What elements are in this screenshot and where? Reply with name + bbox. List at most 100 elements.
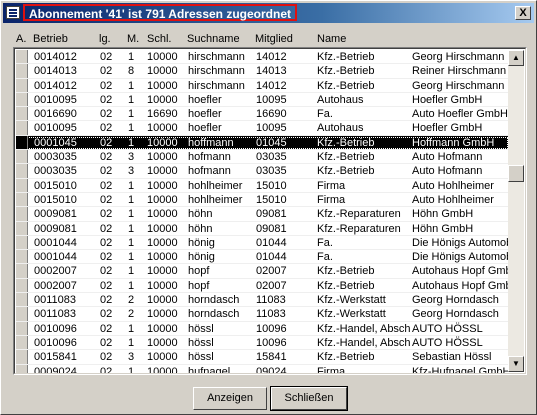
cell-lg: 02	[100, 179, 113, 192]
row-selector[interactable]	[16, 250, 28, 264]
table-row[interactable]: 0010096 02 1 10000 hössl 10096 Kfz.-Handel, Ab…	[16, 335, 509, 351]
row-selector[interactable]	[16, 150, 28, 164]
cell-schl: 10000	[147, 136, 178, 149]
table-row-selected[interactable]: 0001045 02 1 10000 hoffmann 01045 Kfz.-Betrieb…	[16, 135, 509, 151]
column-header-suchname: Suchname	[187, 33, 240, 45]
cell-mitglied: 02007	[256, 279, 287, 292]
cell-lg: 02	[100, 151, 113, 164]
row-selector[interactable]	[16, 207, 28, 221]
table-row[interactable]: 0010095 02 1 10000 hoefler 10095 Autohaus Hoefl…	[16, 121, 509, 136]
window-title: Abonnement '41' ist 791 Adressen zugeord…	[23, 4, 297, 21]
cell-name: Kfz.-Betrieb	[317, 65, 375, 78]
cell-m: 1	[128, 51, 135, 63]
cell-mitglied: 09081	[256, 208, 287, 221]
cell-m: 1	[128, 108, 135, 121]
cell-suchname: hoefler	[188, 122, 222, 135]
title-bar[interactable]: Abonnement '41' ist 791 Adressen zugeord…	[3, 3, 534, 23]
cell-betrieb: 0009081	[34, 208, 77, 221]
row-selector[interactable]	[16, 364, 28, 374]
table-row[interactable]: 0015010 02 1 10000 hohlheimer 15010 Firma Auto …	[16, 192, 509, 208]
address-list[interactable]: 0014012 02 1 10000 hirschmann 14012 Kfz.-Betri…	[13, 47, 527, 375]
table-row[interactable]: 0003035 02 3 10000 hofmann 03035 Kfz.-Betrieb A…	[16, 150, 509, 165]
cell-name2: Auto Hofmann	[412, 165, 483, 178]
table-row[interactable]: 0009081 02 1 10000 höhn 09081 Kfz.-Reparaturen…	[16, 221, 509, 236]
table-row[interactable]: 0001044 02 1 10000 hönig 01044 Fa. Die Hönigs A…	[16, 250, 509, 265]
cell-m: 1	[128, 193, 135, 206]
cell-betrieb: 0015841	[34, 351, 77, 364]
row-selector[interactable]	[16, 321, 28, 335]
table-row[interactable]: 0016690 02 1 16690 hoefler 16690 Fa. Auto Hoefl…	[16, 107, 509, 122]
table-row[interactable]: 0003035 02 3 10000 hofmann 03035 Kfz.-Betrieb A…	[16, 164, 509, 179]
row-selector[interactable]	[16, 192, 28, 207]
table-row[interactable]: 0001044 02 1 10000 hönig 01044 Fa. Die Hönigs A…	[16, 235, 509, 251]
table-row[interactable]: 0002007 02 1 10000 hopf 02007 Kfz.-Betrieb Auto…	[16, 278, 509, 294]
row-selector[interactable]	[16, 335, 28, 350]
cell-name: Firma	[317, 193, 346, 206]
cell-name2: Höhn GmbH	[412, 222, 474, 235]
cell-mitglied: 14012	[256, 79, 287, 92]
cell-m: 3	[128, 351, 135, 364]
row-selector[interactable]	[16, 92, 28, 107]
row-selector[interactable]	[16, 264, 28, 278]
row-selector[interactable]	[16, 278, 28, 293]
row-selector[interactable]	[16, 178, 28, 192]
row-selector[interactable]	[16, 350, 28, 364]
cell-schl: 10000	[147, 308, 178, 321]
table-row[interactable]: 0014013 02 8 10000 hirschmann 14013 Kfz.-Betri…	[16, 64, 509, 79]
close-button[interactable]: X	[515, 6, 531, 20]
scroll-thumb[interactable]	[508, 165, 524, 182]
cell-schl: 10000	[147, 222, 178, 235]
cell-schl: 10000	[147, 265, 178, 278]
cell-lg: 02	[100, 136, 113, 149]
row-selector[interactable]	[16, 235, 28, 250]
row-selector[interactable]	[16, 164, 28, 178]
schliessen-button[interactable]: Schließen	[270, 386, 348, 411]
anzeigen-button[interactable]: Anzeigen	[193, 387, 267, 410]
row-selector[interactable]	[16, 64, 28, 78]
row-selector[interactable]	[16, 135, 28, 150]
cell-name: Kfz.-Betrieb	[317, 265, 375, 278]
cell-betrieb: 0010095	[34, 93, 77, 106]
scroll-down-icon[interactable]: ▼	[508, 356, 524, 372]
cell-name: Kfz.-Betrieb	[317, 151, 375, 164]
cell-betrieb: 0002007	[34, 265, 77, 278]
cell-lg: 02	[100, 279, 113, 292]
table-row[interactable]: 0010095 02 1 10000 hoefler 10095 Autohaus Hoefl…	[16, 92, 509, 108]
cell-name: Firma	[317, 179, 346, 192]
cell-lg: 02	[100, 236, 113, 249]
row-selector[interactable]	[16, 50, 28, 64]
table-row[interactable]: 0014012 02 1 10000 hirschmann 14012 Kfz.-Betri…	[16, 50, 509, 65]
scroll-up-icon[interactable]: ▲	[508, 50, 524, 66]
row-selector[interactable]	[16, 78, 28, 92]
table-row[interactable]: 0011083 02 2 10000 horndasch 11083 Kfz.-Werkst…	[16, 293, 509, 308]
cell-betrieb: 0015010	[34, 179, 77, 192]
cell-name: Kfz.-Betrieb	[317, 279, 375, 292]
table-row[interactable]: 0015010 02 1 10000 hohlheimer 15010 Firma Auto …	[16, 178, 509, 193]
table-row[interactable]: 0010096 02 1 10000 hössl 10096 Kfz.-Handel, Ab…	[16, 321, 509, 336]
cell-schl: 10000	[147, 208, 178, 221]
cell-mitglied: 15841	[256, 351, 287, 364]
cell-lg: 02	[100, 322, 113, 335]
row-selector[interactable]	[16, 121, 28, 135]
cell-suchname: hoefler	[188, 93, 222, 106]
table-row[interactable]: 0009024 02 1 10000 hufnagel 09024 Firma Kfz-Huf…	[16, 364, 509, 375]
cell-betrieb: 0015010	[34, 193, 77, 206]
cell-schl: 10000	[147, 79, 178, 92]
row-selector[interactable]	[16, 107, 28, 121]
table-row[interactable]: 0009081 02 1 10000 höhn 09081 Kfz.-Reparaturen…	[16, 207, 509, 222]
row-selector[interactable]	[16, 293, 28, 307]
table-row[interactable]: 0014012 02 1 10000 hirschmann 14012 Kfz.-Betri…	[16, 78, 509, 93]
cell-lg: 02	[100, 79, 113, 92]
cell-name: Autohaus	[317, 122, 364, 135]
table-row[interactable]: 0002007 02 1 10000 hopf 02007 Kfz.-Betrieb Auto…	[16, 264, 509, 279]
row-selector[interactable]	[16, 221, 28, 235]
cell-schl: 10000	[147, 365, 178, 375]
table-row[interactable]: 0011083 02 2 10000 horndasch 11083 Kfz.-Werkst…	[16, 307, 509, 322]
cell-name: Autohaus	[317, 93, 364, 106]
vertical-scrollbar[interactable]: ▲ ▼	[508, 50, 524, 372]
row-selector[interactable]	[16, 307, 28, 321]
column-header-mitglied: Mitglied	[255, 33, 293, 45]
table-row[interactable]: 0015841 02 3 10000 hössl 15841 Kfz.-Betrieb Seb…	[16, 350, 509, 365]
column-header-sel: A.	[16, 33, 27, 45]
cell-name2: Sebastian Hössl	[412, 351, 492, 364]
